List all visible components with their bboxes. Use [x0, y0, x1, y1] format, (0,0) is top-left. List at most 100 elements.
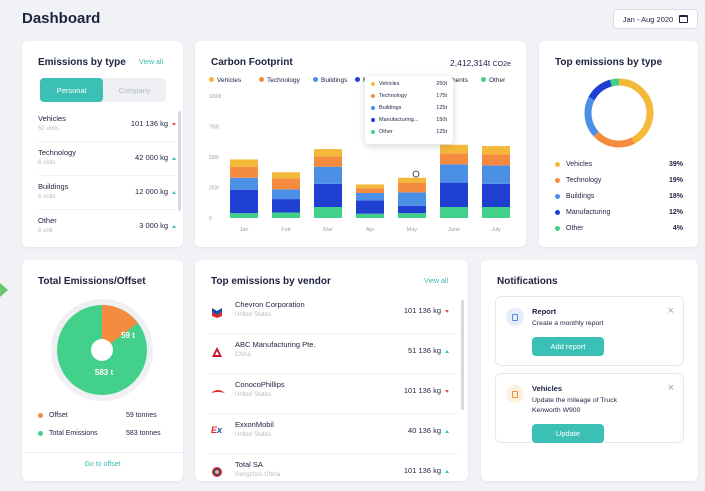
- bar-segment-vehicles[interactable]: [230, 159, 258, 167]
- tooltip-label: Buildings: [379, 105, 402, 111]
- bar-segment-vehicles[interactable]: [272, 172, 300, 179]
- bar-segment-manufacturing[interactable]: [482, 183, 510, 208]
- bar-segment-manufacturing[interactable]: [440, 182, 468, 208]
- tooltip-dot: [371, 81, 375, 86]
- tab-personal-label: Personal: [56, 85, 87, 95]
- bar-segment-technology[interactable]: [230, 166, 258, 178]
- emission-row[interactable]: Buildings 6 units 12 000 kg: [38, 176, 176, 210]
- pie-hole: [91, 339, 113, 361]
- bar-segment-buildings[interactable]: [440, 164, 468, 183]
- bar-segment-technology[interactable]: [482, 154, 510, 166]
- vendor-country: United States: [235, 392, 272, 398]
- bar-segment-manufacturing[interactable]: [356, 200, 384, 214]
- bar-segment-vehicles[interactable]: [356, 184, 384, 189]
- emissions-scrollbar[interactable]: [178, 111, 181, 211]
- emissions-tabs: Personal Company: [40, 78, 166, 102]
- emission-row[interactable]: Technology 6 units 42 000 kg: [38, 142, 176, 176]
- emission-row[interactable]: Vehicles 52 units 101 136 kg: [38, 108, 176, 142]
- trend-down-icon: [445, 309, 449, 313]
- bar-segment-technology[interactable]: [440, 153, 468, 165]
- bar-segment-vehicles[interactable]: [482, 146, 510, 155]
- emissions-list: Vehicles 52 units 101 136 kg Technology 6 un…: [38, 108, 176, 244]
- type-legend-dot: [555, 193, 560, 199]
- x-tick-label: June: [448, 227, 460, 233]
- bar-segment-buildings[interactable]: [482, 165, 510, 184]
- emission-units: 6 units: [38, 160, 56, 166]
- bar-segment-manufacturing[interactable]: [230, 189, 258, 214]
- update-button[interactable]: Update: [532, 424, 604, 443]
- notifications-card: Notifications Report Create a monthly rep…: [481, 260, 698, 481]
- vendor-row[interactable]: Chevron Corporation United States 101 136 …: [209, 294, 457, 334]
- type-legend-dot: [555, 209, 560, 215]
- bar-segment-technology[interactable]: [398, 182, 426, 193]
- trend-up-icon: [445, 429, 449, 433]
- vendors-title: Top emissions by vendor: [211, 276, 331, 287]
- emissions-view-all-link[interactable]: View all: [139, 59, 163, 66]
- total-emissions-card: Total Emissions/Offset 59 t 583 t Offset 5…: [22, 260, 183, 481]
- trend-up-icon: [172, 190, 176, 194]
- emission-row[interactable]: Other 6 unit 3 000 kg: [38, 210, 176, 244]
- bar-segment-manufacturing[interactable]: [314, 183, 342, 208]
- date-range-picker[interactable]: Jan - Aug 2020: [613, 9, 698, 29]
- conocophillips-logo-icon: [211, 385, 225, 399]
- bar-segment-other[interactable]: [440, 207, 468, 218]
- bar-segment-other[interactable]: [272, 212, 300, 218]
- vendors-scrollbar[interactable]: [461, 300, 464, 410]
- legend-item: Technology: [259, 77, 300, 84]
- trend-up-icon: [172, 224, 176, 228]
- tooltip-label: Vehicles: [379, 81, 400, 87]
- type-legend-label: Technology: [566, 177, 602, 184]
- bar-segment-technology[interactable]: [272, 178, 300, 190]
- vendor-row[interactable]: Total SA Gongzhou China 101 136 kg: [209, 454, 457, 481]
- close-icon[interactable]: ×: [668, 382, 674, 394]
- legend-label: hents: [452, 77, 468, 84]
- type-legend-pct: 19%: [668, 177, 683, 184]
- tooltip-dot: [371, 93, 375, 98]
- vendor-name: Total SA: [235, 460, 263, 469]
- bar-segment-technology[interactable]: [356, 188, 384, 193]
- tab-personal[interactable]: Personal: [40, 78, 103, 102]
- emissions-by-type-card: Emissions by type View all Personal Comp…: [22, 41, 183, 247]
- vendor-row[interactable]: ConocoPhillips United States 101 136 kg: [209, 374, 457, 414]
- bar-segment-manufacturing[interactable]: [398, 205, 426, 214]
- bar-segment-buildings[interactable]: [356, 192, 384, 201]
- bar-segment-vehicles[interactable]: [440, 144, 468, 154]
- vendors-card: Top emissions by vendor View all Chevron…: [195, 260, 468, 481]
- total-emissions-title: Total Emissions/Offset: [38, 276, 146, 287]
- type-legend-dot: [555, 225, 560, 231]
- add-report-button[interactable]: Add report: [532, 337, 604, 356]
- vendor-list: Chevron Corporation United States 101 136 …: [209, 294, 457, 481]
- legend-dot: [313, 77, 318, 82]
- bar-segment-other[interactable]: [398, 213, 426, 218]
- go-to-offset-link[interactable]: Go to offset: [22, 461, 183, 468]
- bar-segment-other[interactable]: [482, 207, 510, 218]
- bar-segment-buildings[interactable]: [314, 166, 342, 184]
- bar-segment-other[interactable]: [314, 207, 342, 218]
- vendor-row[interactable]: Ex ExxonMobil United States 40 136 kg: [209, 414, 457, 454]
- vendor-row[interactable]: ABC Manufacturing Pte. China 51 136 kg: [209, 334, 457, 374]
- tooltip-dot: [371, 129, 375, 134]
- carbon-footprint-total: 2,412,314t CO2e: [450, 58, 511, 68]
- bar-segment-other[interactable]: [356, 213, 384, 218]
- type-legend-label: Vehicles: [566, 161, 593, 168]
- offset-divider: [22, 452, 183, 453]
- bar-segment-manufacturing[interactable]: [272, 199, 300, 213]
- bar-segment-other[interactable]: [230, 213, 258, 218]
- notification-list: Report Create a monthly report × Add report…: [495, 296, 684, 450]
- trend-down-icon: [172, 122, 176, 126]
- bar-segment-buildings[interactable]: [398, 192, 426, 206]
- close-icon[interactable]: ×: [668, 305, 674, 317]
- tab-company[interactable]: Company: [103, 78, 166, 102]
- type-donut-chart: [584, 78, 654, 148]
- bar-segment-vehicles[interactable]: [398, 177, 426, 183]
- bar-segment-buildings[interactable]: [230, 177, 258, 190]
- bar-segment-buildings[interactable]: [272, 189, 300, 200]
- legend-dot: [355, 77, 360, 82]
- bar-segment-technology[interactable]: [314, 156, 342, 167]
- bar-segment-vehicles[interactable]: [314, 149, 342, 157]
- vendors-view-all-link[interactable]: View all: [424, 278, 448, 285]
- type-legend-row: Other 4%: [555, 225, 683, 241]
- type-legend-row: Manufacturing 12%: [555, 209, 683, 225]
- emission-value: 101 136 kg: [131, 119, 176, 128]
- icon-glyph: [512, 313, 518, 321]
